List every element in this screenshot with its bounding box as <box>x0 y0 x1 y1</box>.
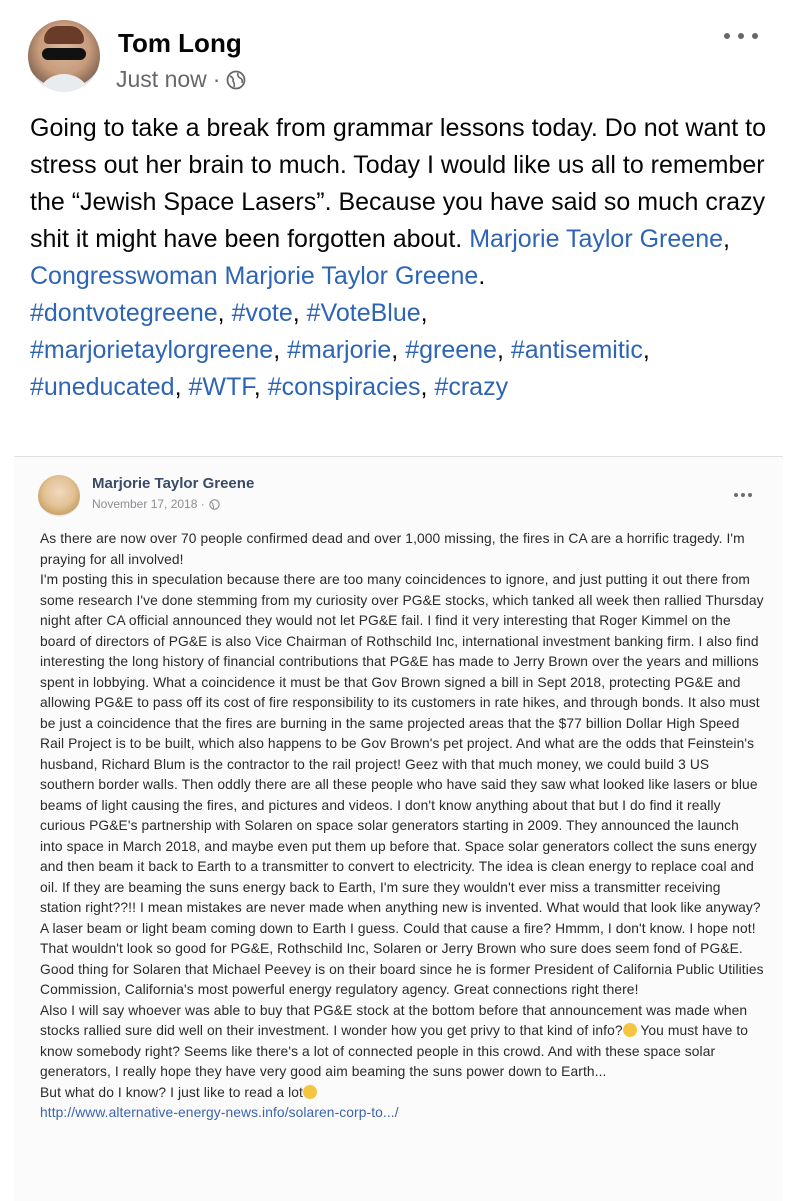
post-meta: Just now · <box>116 66 246 93</box>
embedded-link: http://www.alternative-energy-news.info/… <box>40 1103 764 1124</box>
avatar-sunglasses <box>42 48 86 60</box>
mention-congresswoman[interactable]: Congresswoman Marjorie Taylor Greene <box>30 262 478 290</box>
embedded-post-body: As there are now over 70 people confirme… <box>40 529 764 1124</box>
mention-marjorie-taylor-greene[interactable]: Marjorie Taylor Greene <box>469 225 723 253</box>
post-time[interactable]: Just now <box>116 66 207 93</box>
mention-separator: , <box>723 225 730 253</box>
hashtag[interactable]: #uneducated <box>30 373 175 401</box>
globe-icon <box>209 498 220 510</box>
face-emoji-icon <box>622 1023 637 1037</box>
embedded-paragraph: As there are now over 70 people confirme… <box>40 531 745 567</box>
embedded-date-text: November 17, 2018 · <box>92 497 205 511</box>
hashtag[interactable]: #vote <box>232 299 293 327</box>
embedded-paragraph: I'm posting this in speculation because … <box>40 572 764 997</box>
hashtag[interactable]: #dontvotegreene <box>30 299 218 327</box>
face-emoji-icon <box>302 1084 317 1099</box>
embedded-link-text: http://www.alternative-energy-news.info/… <box>40 1105 399 1120</box>
avatar-shirt <box>36 74 92 92</box>
hashtag[interactable]: #greene <box>405 336 497 364</box>
hashtag[interactable]: #crazy <box>434 373 508 401</box>
embedded-screenshot: Marjorie Taylor Greene November 17, 2018… <box>14 456 783 1201</box>
hashtag[interactable]: #WTF <box>189 373 254 401</box>
post-period: . <box>478 262 486 290</box>
embedded-paragraph: But what do I know? I just like to read … <box>40 1083 764 1104</box>
more-options-icon[interactable] <box>722 26 762 46</box>
avatar-hair <box>44 26 84 44</box>
avatar[interactable] <box>28 20 100 92</box>
hashtag[interactable]: #marjorietaylorgreene <box>30 336 273 364</box>
hashtag[interactable]: #VoteBlue <box>307 299 421 327</box>
hashtag[interactable]: #antisemitic <box>511 336 643 364</box>
post-body: Going to take a break from grammar lesso… <box>30 114 766 401</box>
hashtag[interactable]: #conspiracies <box>268 373 421 401</box>
embedded-more-icon <box>734 493 754 499</box>
meta-separator: · <box>212 66 221 92</box>
hashtag[interactable]: #marjorie <box>287 336 391 364</box>
author-name[interactable]: Tom Long <box>118 28 242 59</box>
embedded-avatar <box>38 475 80 517</box>
globe-icon <box>227 70 246 89</box>
post-header: Tom Long Just now · <box>28 20 768 100</box>
embedded-text: But what do I know? I just like to read … <box>40 1084 303 1100</box>
embedded-post-date: November 17, 2018 · <box>92 497 220 511</box>
embedded-paragraph: Also I will say whoever was able to buy … <box>40 1001 764 1083</box>
embedded-author-name: Marjorie Taylor Greene <box>92 475 255 492</box>
